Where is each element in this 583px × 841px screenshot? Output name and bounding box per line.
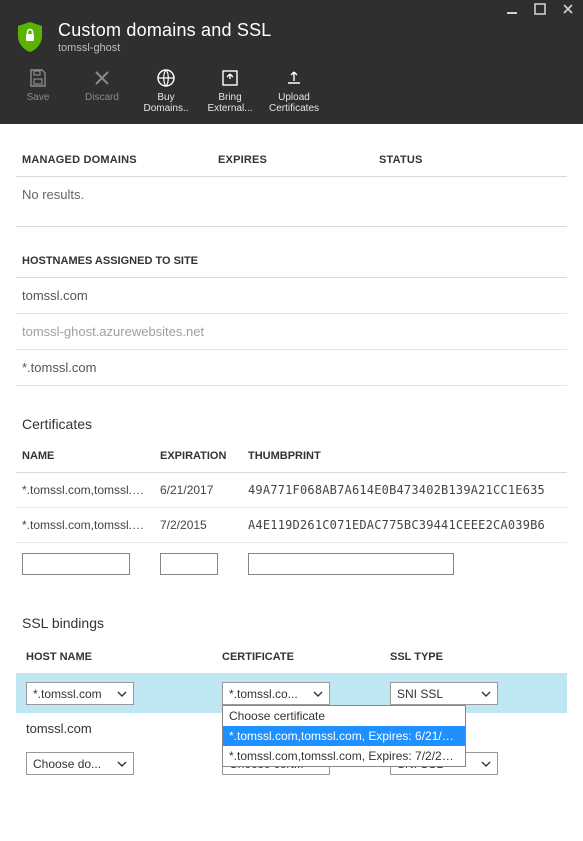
chevron-down-icon <box>481 689 491 699</box>
minimize-button[interactable] <box>505 2 519 16</box>
upload-certificates-label: Upload Certificates <box>262 92 326 114</box>
certificate-add-row <box>16 543 567 585</box>
blade-subtitle: tomssl-ghost <box>58 42 272 54</box>
ssl-cert-col: CERTIFICATE <box>222 651 390 663</box>
cert-thumbprint: 49A771F068AB7A614E0B473402B139A21CC1E635 <box>248 483 561 497</box>
hostnames-header: HOSTNAMES ASSIGNED TO SITE <box>16 227 567 277</box>
close-button[interactable] <box>561 2 575 16</box>
chevron-down-icon <box>481 759 491 769</box>
cert-expiration: 6/21/2017 <box>160 483 248 497</box>
buy-domains-label: Buy Domains.. <box>134 92 198 114</box>
bring-external-button[interactable]: Bring External... <box>198 64 262 118</box>
cert-name: *.tomssl.com,tomssl.c... <box>22 518 160 532</box>
ssl-binding-row: *.tomssl.com *.tomssl.co... SNI SSL Choo… <box>16 674 567 713</box>
ssl-type-col: SSL TYPE <box>390 651 557 663</box>
shield-lock-icon <box>16 21 44 53</box>
ssl-host-col: HOST NAME <box>26 651 222 663</box>
dropdown-heading[interactable]: Choose certificate <box>223 706 465 726</box>
managed-domains-empty: No results. <box>16 177 567 227</box>
save-label: Save <box>27 92 50 103</box>
chevron-down-icon <box>117 689 127 699</box>
hostname-row[interactable]: *.tomssl.com <box>16 350 567 386</box>
certificates-header: NAME EXPIRATION THUMBPRINT <box>16 438 567 472</box>
certificate-value: *.tomssl.co... <box>229 687 298 701</box>
ssl-bindings-title: SSL bindings <box>16 585 567 637</box>
maximize-button[interactable] <box>533 2 547 16</box>
ssl-bindings-header: HOST NAME CERTIFICATE SSL TYPE <box>16 637 567 673</box>
bring-external-label: Bring External... <box>198 92 262 114</box>
certificate-row[interactable]: *.tomssl.com,tomssl.c... 6/21/2017 49A77… <box>16 473 567 508</box>
host-name-select[interactable]: *.tomssl.com <box>26 682 134 705</box>
blade-title: Custom domains and SSL <box>58 20 272 41</box>
add-host-select[interactable]: Choose do... <box>26 752 134 775</box>
blade-header: Custom domains and SSL tomssl-ghost <box>0 18 583 60</box>
cert-thumb-col: THUMBPRINT <box>248 450 561 462</box>
cert-name-col: NAME <box>22 450 160 462</box>
add-host-value: Choose do... <box>33 757 101 771</box>
window-titlebar <box>0 0 583 18</box>
host-name-value: *.tomssl.com <box>33 687 102 701</box>
cert-add-name-input[interactable] <box>22 553 130 575</box>
upload-certificates-button[interactable]: Upload Certificates <box>262 64 326 118</box>
certificate-dropdown: Choose certificate *.tomssl.com,tomssl.c… <box>222 705 466 767</box>
expires-col: EXPIRES <box>218 154 379 166</box>
certificates-title: Certificates <box>16 386 567 438</box>
buy-domains-button[interactable]: Buy Domains.. <box>134 64 198 118</box>
cert-add-thumb-input[interactable] <box>248 553 454 575</box>
ssl-type-value: SNI SSL <box>397 687 443 701</box>
command-bar: Save Discard Buy Domains.. Bring Externa… <box>0 60 583 124</box>
cert-expiration: 7/2/2015 <box>160 518 248 532</box>
status-col: STATUS <box>379 154 561 166</box>
cert-thumbprint: A4E119D261C071EDAC775BC39441CEEE2CA039B6 <box>248 518 561 532</box>
cert-exp-col: EXPIRATION <box>160 450 248 462</box>
discard-button[interactable]: Discard <box>70 64 134 118</box>
chevron-down-icon <box>313 689 323 699</box>
managed-domains-col: MANAGED DOMAINS <box>22 154 218 166</box>
ssl-type-select[interactable]: SNI SSL <box>390 682 498 705</box>
certificate-select[interactable]: *.tomssl.co... <box>222 682 330 705</box>
cert-add-exp-input[interactable] <box>160 553 218 575</box>
hostname-row[interactable]: tomssl.com <box>16 278 567 314</box>
dropdown-option-selected[interactable]: *.tomssl.com,tomssl.com, Expires: 6/21/2… <box>223 726 465 746</box>
managed-domains-header: MANAGED DOMAINS EXPIRES STATUS <box>16 124 567 176</box>
dropdown-option[interactable]: *.tomssl.com,tomssl.com, Expires: 7/2/20… <box>223 746 465 766</box>
certificate-row[interactable]: *.tomssl.com,tomssl.c... 7/2/2015 A4E119… <box>16 508 567 543</box>
save-button[interactable]: Save <box>6 64 70 118</box>
hostname-row[interactable]: tomssl-ghost.azurewebsites.net <box>16 314 567 350</box>
cert-name: *.tomssl.com,tomssl.c... <box>22 483 160 497</box>
chevron-down-icon <box>117 759 127 769</box>
host-name-value: tomssl.com <box>26 721 222 736</box>
discard-label: Discard <box>85 92 119 103</box>
